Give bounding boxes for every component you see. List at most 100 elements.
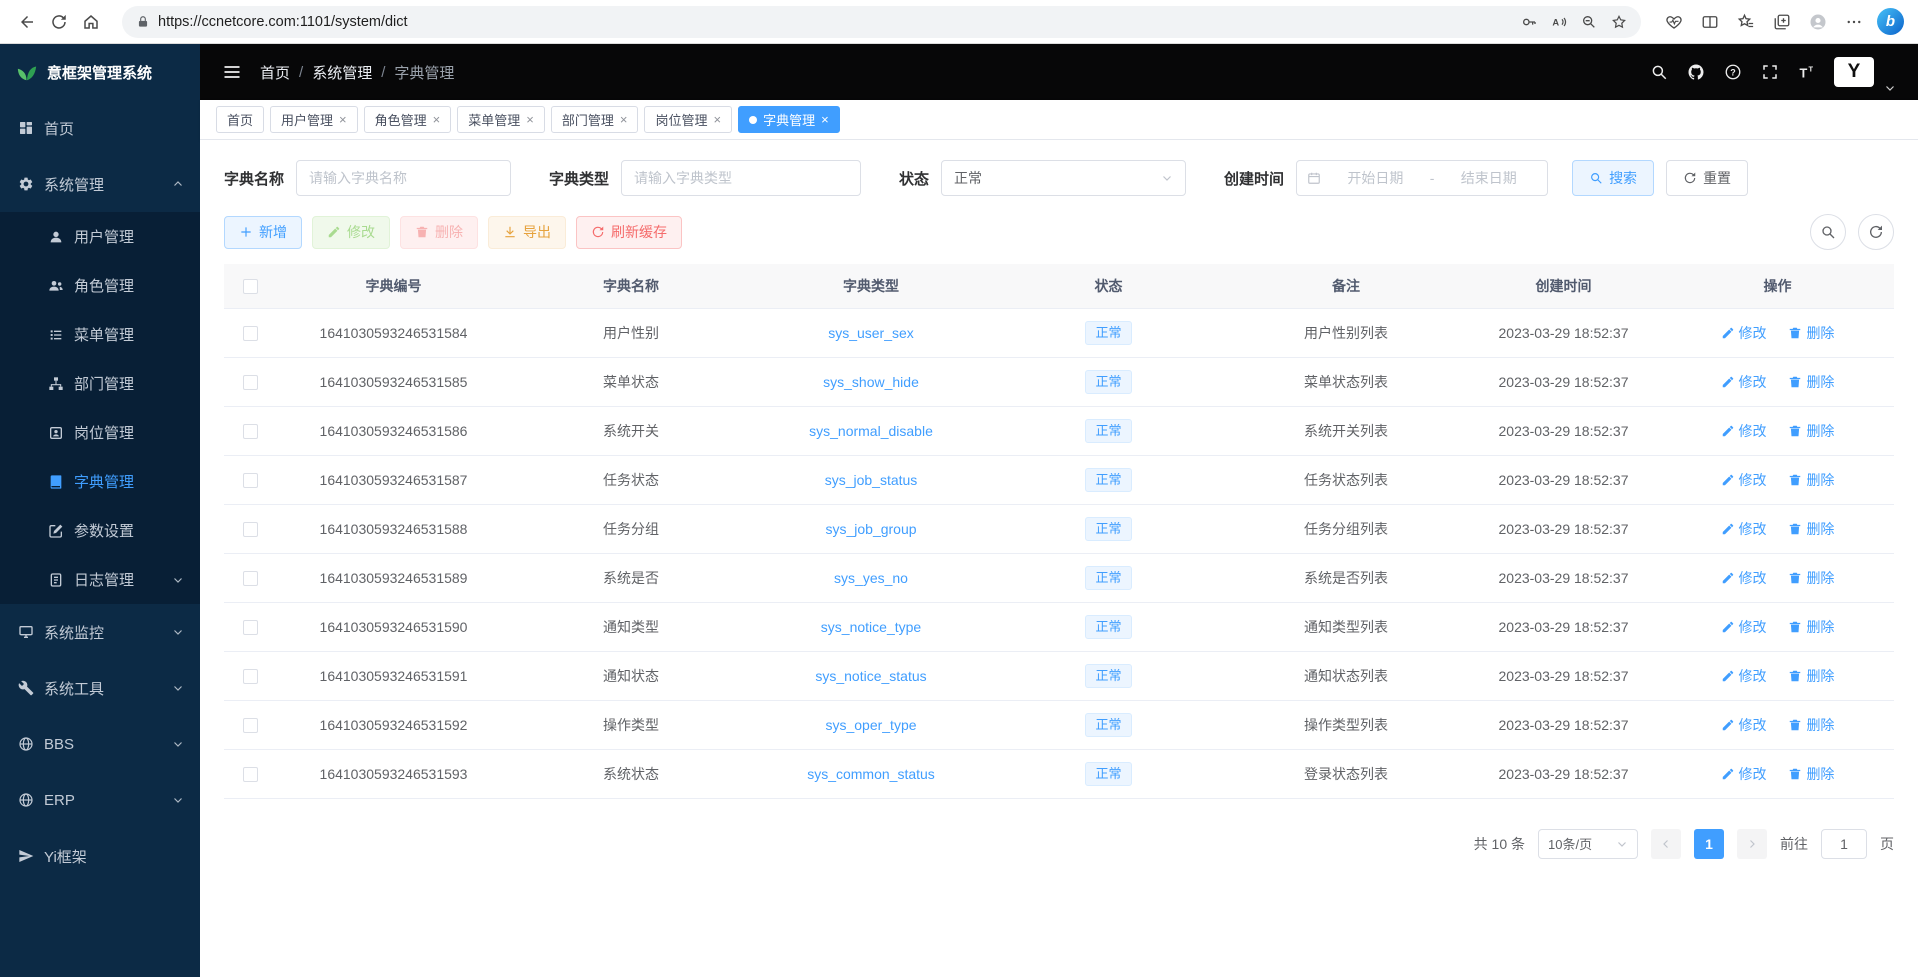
sidebar-item[interactable]: 部门管理 [0,359,200,408]
font-size-icon[interactable]: TT [1798,63,1816,81]
row-checkbox[interactable] [243,718,258,733]
back-icon[interactable] [18,13,36,31]
row-edit-button[interactable]: 修改 [1721,519,1767,539]
goto-page-input[interactable] [1821,829,1867,859]
tab[interactable]: 菜单管理 × [457,106,545,133]
row-checkbox[interactable] [243,571,258,586]
prev-page-button[interactable] [1651,829,1681,859]
sidebar-item[interactable]: 字典管理 [0,457,200,506]
tab-close-icon[interactable]: × [526,113,534,126]
search-icon[interactable] [1650,63,1668,81]
tab[interactable]: 首页 [216,106,264,133]
sidebar-item[interactable]: 系统工具 [0,660,200,716]
sidebar-item[interactable]: BBS [0,716,200,772]
dict-type-link[interactable]: sys_yes_no [834,570,908,586]
row-edit-button[interactable]: 修改 [1721,372,1767,392]
user-avatar-logo[interactable]: Y [1834,57,1874,87]
row-delete-button[interactable]: 删除 [1788,372,1834,392]
dict-type-link[interactable]: sys_job_group [825,521,916,537]
row-delete-button[interactable]: 删除 [1788,666,1834,686]
fullscreen-icon[interactable] [1761,63,1779,81]
tab-close-icon[interactable]: × [339,113,347,126]
row-delete-button[interactable]: 删除 [1788,715,1834,735]
tab-close-icon[interactable]: × [620,113,628,126]
app-logo[interactable]: 意框架管理系统 [0,44,200,100]
sidebar-item[interactable]: 菜单管理 [0,310,200,359]
refresh-cache-button[interactable]: 刷新缓存 [576,216,682,249]
sidebar-item[interactable]: 角色管理 [0,261,200,310]
github-icon[interactable] [1687,63,1705,81]
sidebar-item[interactable]: ERP [0,772,200,828]
sidebar-item[interactable]: 系统管理 [0,156,200,212]
page-size-select[interactable]: 10条/页 [1538,829,1638,859]
dict-type-link[interactable]: sys_user_sex [828,325,914,341]
row-edit-button[interactable]: 修改 [1721,617,1767,637]
breadcrumb-system[interactable]: 系统管理 [312,62,372,83]
status-select[interactable]: 正常 [941,160,1186,196]
row-delete-button[interactable]: 删除 [1788,764,1834,784]
row-checkbox[interactable] [243,424,258,439]
sidebar-item[interactable]: 参数设置 [0,506,200,555]
tab[interactable]: 岗位管理 × [644,106,732,133]
select-all-checkbox[interactable] [243,279,258,294]
add-button[interactable]: 新增 [224,216,302,249]
tab-close-icon[interactable]: × [713,113,721,126]
row-delete-button[interactable]: 删除 [1788,421,1834,441]
row-checkbox[interactable] [243,522,258,537]
row-checkbox[interactable] [243,375,258,390]
sidebar-item[interactable]: 用户管理 [0,212,200,261]
current-page-button[interactable]: 1 [1694,829,1724,859]
collections-icon[interactable] [1773,13,1791,31]
delete-button[interactable]: 删除 [400,216,478,249]
site-security-icon[interactable] [136,15,150,29]
search-button[interactable]: 搜索 [1572,160,1654,196]
row-edit-button[interactable]: 修改 [1721,666,1767,686]
profile-avatar-icon[interactable] [1809,13,1827,31]
sidebar-item[interactable]: Yi框架 [0,828,200,884]
row-checkbox[interactable] [243,326,258,341]
row-edit-button[interactable]: 修改 [1721,323,1767,343]
dict-type-link[interactable]: sys_notice_type [821,619,921,635]
row-edit-button[interactable]: 修改 [1721,715,1767,735]
tab-close-icon[interactable]: × [433,113,441,126]
row-edit-button[interactable]: 修改 [1721,421,1767,441]
chevron-down-icon[interactable] [1884,82,1896,94]
tab[interactable]: 字典管理 × [738,106,840,133]
dict-type-link[interactable]: sys_common_status [807,766,935,782]
dict-type-input[interactable] [621,160,861,196]
row-delete-button[interactable]: 删除 [1788,470,1834,490]
date-range-picker[interactable]: 开始日期 - 结束日期 [1296,160,1548,196]
sidebar-item[interactable]: 首页 [0,100,200,156]
dict-type-link[interactable]: sys_normal_disable [809,423,933,439]
tab[interactable]: 用户管理 × [270,106,358,133]
bing-icon[interactable]: b [1877,8,1904,35]
address-bar[interactable]: https://ccnetcore.com:1101/system/dict A [122,6,1641,38]
row-delete-button[interactable]: 删除 [1788,519,1834,539]
sidebar-item[interactable]: 日志管理 [0,555,200,604]
export-button[interactable]: 导出 [488,216,566,249]
row-edit-button[interactable]: 修改 [1721,764,1767,784]
row-checkbox[interactable] [243,473,258,488]
dict-type-link[interactable]: sys_notice_status [815,668,926,684]
row-delete-button[interactable]: 删除 [1788,617,1834,637]
row-checkbox[interactable] [243,620,258,635]
key-icon[interactable] [1521,14,1537,30]
read-aloud-icon[interactable]: A [1551,14,1567,30]
dict-type-link[interactable]: sys_oper_type [825,717,916,733]
sidebar-item[interactable]: 系统监控 [0,604,200,660]
row-edit-button[interactable]: 修改 [1721,470,1767,490]
row-delete-button[interactable]: 删除 [1788,323,1834,343]
tab[interactable]: 角色管理 × [364,106,452,133]
sidebar-item[interactable]: 岗位管理 [0,408,200,457]
row-checkbox[interactable] [243,669,258,684]
row-delete-button[interactable]: 删除 [1788,568,1834,588]
tab[interactable]: 部门管理 × [551,106,639,133]
next-page-button[interactable] [1737,829,1767,859]
edit-button[interactable]: 修改 [312,216,390,249]
reload-icon[interactable] [50,13,68,31]
breadcrumb-home[interactable]: 首页 [260,62,290,83]
dict-type-link[interactable]: sys_show_hide [823,374,919,390]
more-icon[interactable] [1845,13,1863,31]
zoom-icon[interactable] [1581,14,1597,30]
reset-button[interactable]: 重置 [1666,160,1748,196]
